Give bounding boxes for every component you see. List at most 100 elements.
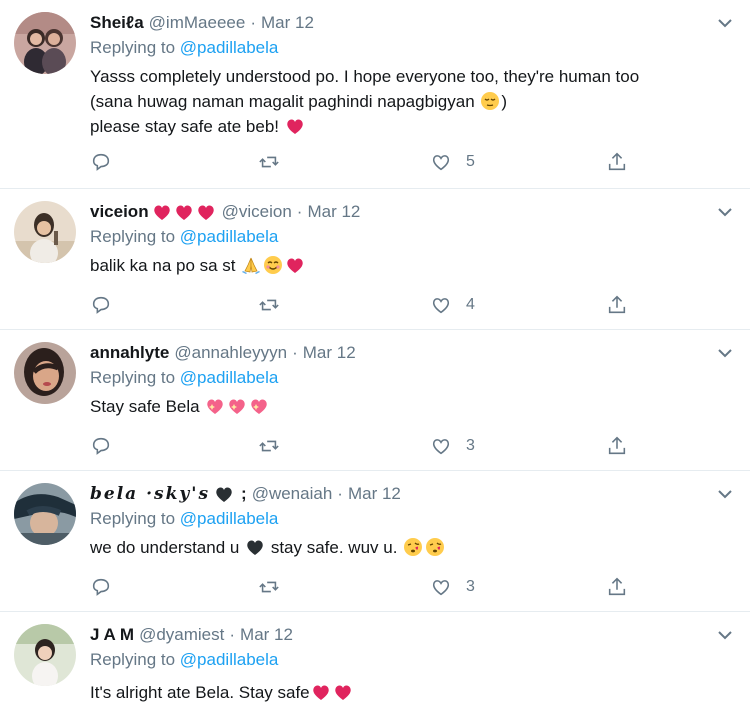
replying-to-mention[interactable]: @padillabela bbox=[180, 368, 279, 387]
reply-button[interactable] bbox=[90, 293, 112, 317]
like-button[interactable]: 4 bbox=[430, 293, 475, 317]
like-icon bbox=[432, 439, 450, 455]
chevron-down-icon[interactable] bbox=[716, 344, 734, 362]
replying-to: Replying to @padillabela bbox=[90, 227, 278, 247]
tweet[interactable]: J A M @dyamiest · Mar 12 Replying to @pa… bbox=[0, 612, 750, 706]
share-button[interactable] bbox=[606, 575, 628, 599]
tweet-text: Stay safe Bela bbox=[90, 394, 270, 419]
user-handle[interactable]: @annahleyyyn bbox=[174, 343, 287, 363]
like-count: 4 bbox=[466, 296, 475, 313]
retweet-icon bbox=[259, 299, 279, 311]
share-icon bbox=[608, 152, 626, 171]
tweet[interactable]: viceion @viceion · Mar 12 Replying to @p… bbox=[0, 189, 750, 330]
avatar[interactable] bbox=[14, 342, 76, 404]
tweet-text-line-with-emoji: balik ka na po sa st bbox=[90, 253, 306, 278]
avatar-image bbox=[14, 483, 76, 545]
chevron-down-icon[interactable] bbox=[716, 14, 734, 32]
reply-button[interactable] bbox=[90, 434, 112, 458]
red-heart-emoji bbox=[285, 116, 305, 136]
share-icon bbox=[608, 577, 626, 596]
reply-icon bbox=[92, 437, 110, 455]
display-name[interactable]: annahlyte bbox=[90, 343, 169, 363]
tweet-actions: 4 bbox=[90, 293, 650, 317]
reply-button[interactable] bbox=[90, 575, 112, 599]
tweet-header: 𝒃𝒆𝒍𝒂 ·𝒔𝒌𝒚'𝒔 ; @wenaiah · Mar 12 bbox=[90, 481, 401, 507]
tweet-date[interactable]: Mar 12 bbox=[261, 13, 314, 33]
avatar[interactable] bbox=[14, 12, 76, 74]
sparkling-heart-emoji bbox=[205, 396, 225, 416]
red-heart-emoji bbox=[285, 255, 305, 275]
closing-paren: ) bbox=[501, 92, 508, 111]
tweet-date[interactable]: Mar 12 bbox=[303, 343, 356, 363]
separator-dot: · bbox=[296, 202, 303, 221]
share-icon bbox=[608, 436, 626, 455]
avatar[interactable] bbox=[14, 483, 76, 545]
share-button[interactable] bbox=[606, 293, 628, 317]
retweet-button[interactable] bbox=[258, 434, 280, 458]
replying-to-mention[interactable]: @padillabela bbox=[180, 509, 279, 528]
tweet-header: annahlyte @annahleyyyn · Mar 12 bbox=[90, 340, 356, 366]
user-handle[interactable]: @wenaiah bbox=[252, 484, 333, 504]
sparkling-heart-emoji bbox=[249, 396, 269, 416]
retweet-button[interactable] bbox=[258, 293, 280, 317]
red-heart-emoji bbox=[333, 682, 353, 702]
replying-to-mention[interactable]: @padillabela bbox=[180, 227, 279, 246]
tweet-text-line: It's alright ate Bela. Stay safe bbox=[90, 683, 310, 702]
replying-to: Replying to @padillabela bbox=[90, 38, 278, 58]
tweet-text-line-with-emoji: we do understand u stay safe. wuv u. bbox=[90, 535, 446, 560]
display-name[interactable]: viceion bbox=[90, 202, 149, 222]
tweet-date[interactable]: Mar 12 bbox=[240, 625, 293, 645]
user-handle[interactable]: @imMaeeee bbox=[149, 13, 246, 33]
avatar-image bbox=[14, 342, 76, 404]
red-heart-emoji bbox=[311, 682, 331, 702]
user-handle[interactable]: @viceion bbox=[222, 202, 292, 222]
chevron-down-icon[interactable] bbox=[716, 485, 734, 503]
replies-feed: Sheiℓa @imMaeeee · Mar 12 Replying to @p… bbox=[0, 0, 750, 706]
replying-to-label: Replying to bbox=[90, 368, 176, 387]
separator-dot: · bbox=[229, 625, 236, 644]
tweet-text-line: (sana huwag naman magalit paghindi napag… bbox=[90, 92, 475, 111]
face-blowing-kiss-emoji bbox=[403, 537, 423, 557]
tweet-text-line: please stay safe ate beb! bbox=[90, 117, 280, 136]
user-handle[interactable]: @dyamiest bbox=[139, 625, 224, 645]
tweet-text: It's alright ate Bela. Stay safe bbox=[90, 680, 354, 705]
retweet-button[interactable] bbox=[258, 575, 280, 599]
tweet-date[interactable]: Mar 12 bbox=[348, 484, 401, 504]
reply-button[interactable] bbox=[90, 150, 112, 174]
share-button[interactable] bbox=[606, 434, 628, 458]
replying-to-mention[interactable]: @padillabela bbox=[180, 650, 279, 669]
avatar[interactable] bbox=[14, 201, 76, 263]
display-name[interactable]: 𝒃𝒆𝒍𝒂 ·𝒔𝒌𝒚'𝒔 bbox=[90, 484, 210, 504]
like-icon bbox=[432, 155, 450, 171]
display-name[interactable]: J A M bbox=[90, 625, 134, 645]
separator-dot: · bbox=[337, 484, 343, 503]
chevron-down-icon[interactable] bbox=[716, 626, 734, 644]
tweet-text-line-with-emoji: It's alright ate Bela. Stay safe bbox=[90, 680, 354, 705]
tweet-text: Yasss completely understood po. I hope e… bbox=[90, 64, 639, 139]
display-name[interactable]: Sheiℓa bbox=[90, 13, 144, 33]
avatar[interactable] bbox=[14, 624, 76, 686]
face-blowing-kiss-emoji bbox=[425, 537, 445, 557]
retweet-button[interactable] bbox=[258, 150, 280, 174]
avatar-image bbox=[14, 12, 76, 74]
chevron-down-icon[interactable] bbox=[716, 203, 734, 221]
red-heart-emoji bbox=[196, 202, 216, 222]
like-count: 5 bbox=[466, 153, 475, 170]
avatar-image bbox=[14, 201, 76, 263]
like-button[interactable]: 5 bbox=[430, 150, 475, 174]
like-button[interactable]: 3 bbox=[430, 575, 475, 599]
like-count: 3 bbox=[466, 578, 475, 595]
display-name-suffix[interactable]: ; bbox=[241, 484, 247, 504]
smiling-face-emoji bbox=[263, 255, 283, 275]
separator-dot: · bbox=[292, 343, 298, 362]
replying-to-mention[interactable]: @padillabela bbox=[180, 38, 279, 57]
like-button[interactable]: 3 bbox=[430, 434, 475, 458]
tweet-date[interactable]: Mar 12 bbox=[307, 202, 360, 222]
tweet-text-line: Stay safe Bela bbox=[90, 397, 200, 416]
share-button[interactable] bbox=[606, 150, 628, 174]
tweet[interactable]: Sheiℓa @imMaeeee · Mar 12 Replying to @p… bbox=[0, 0, 750, 189]
tweet[interactable]: annahlyte @annahleyyyn · Mar 12 Replying… bbox=[0, 330, 750, 471]
tweet-header: viceion @viceion · Mar 12 bbox=[90, 199, 360, 225]
tweet[interactable]: 𝒃𝒆𝒍𝒂 ·𝒔𝒌𝒚'𝒔 ; @wenaiah · Mar 12 Replying… bbox=[0, 471, 750, 612]
tweet-text-line: stay safe. wuv u. bbox=[270, 538, 398, 557]
